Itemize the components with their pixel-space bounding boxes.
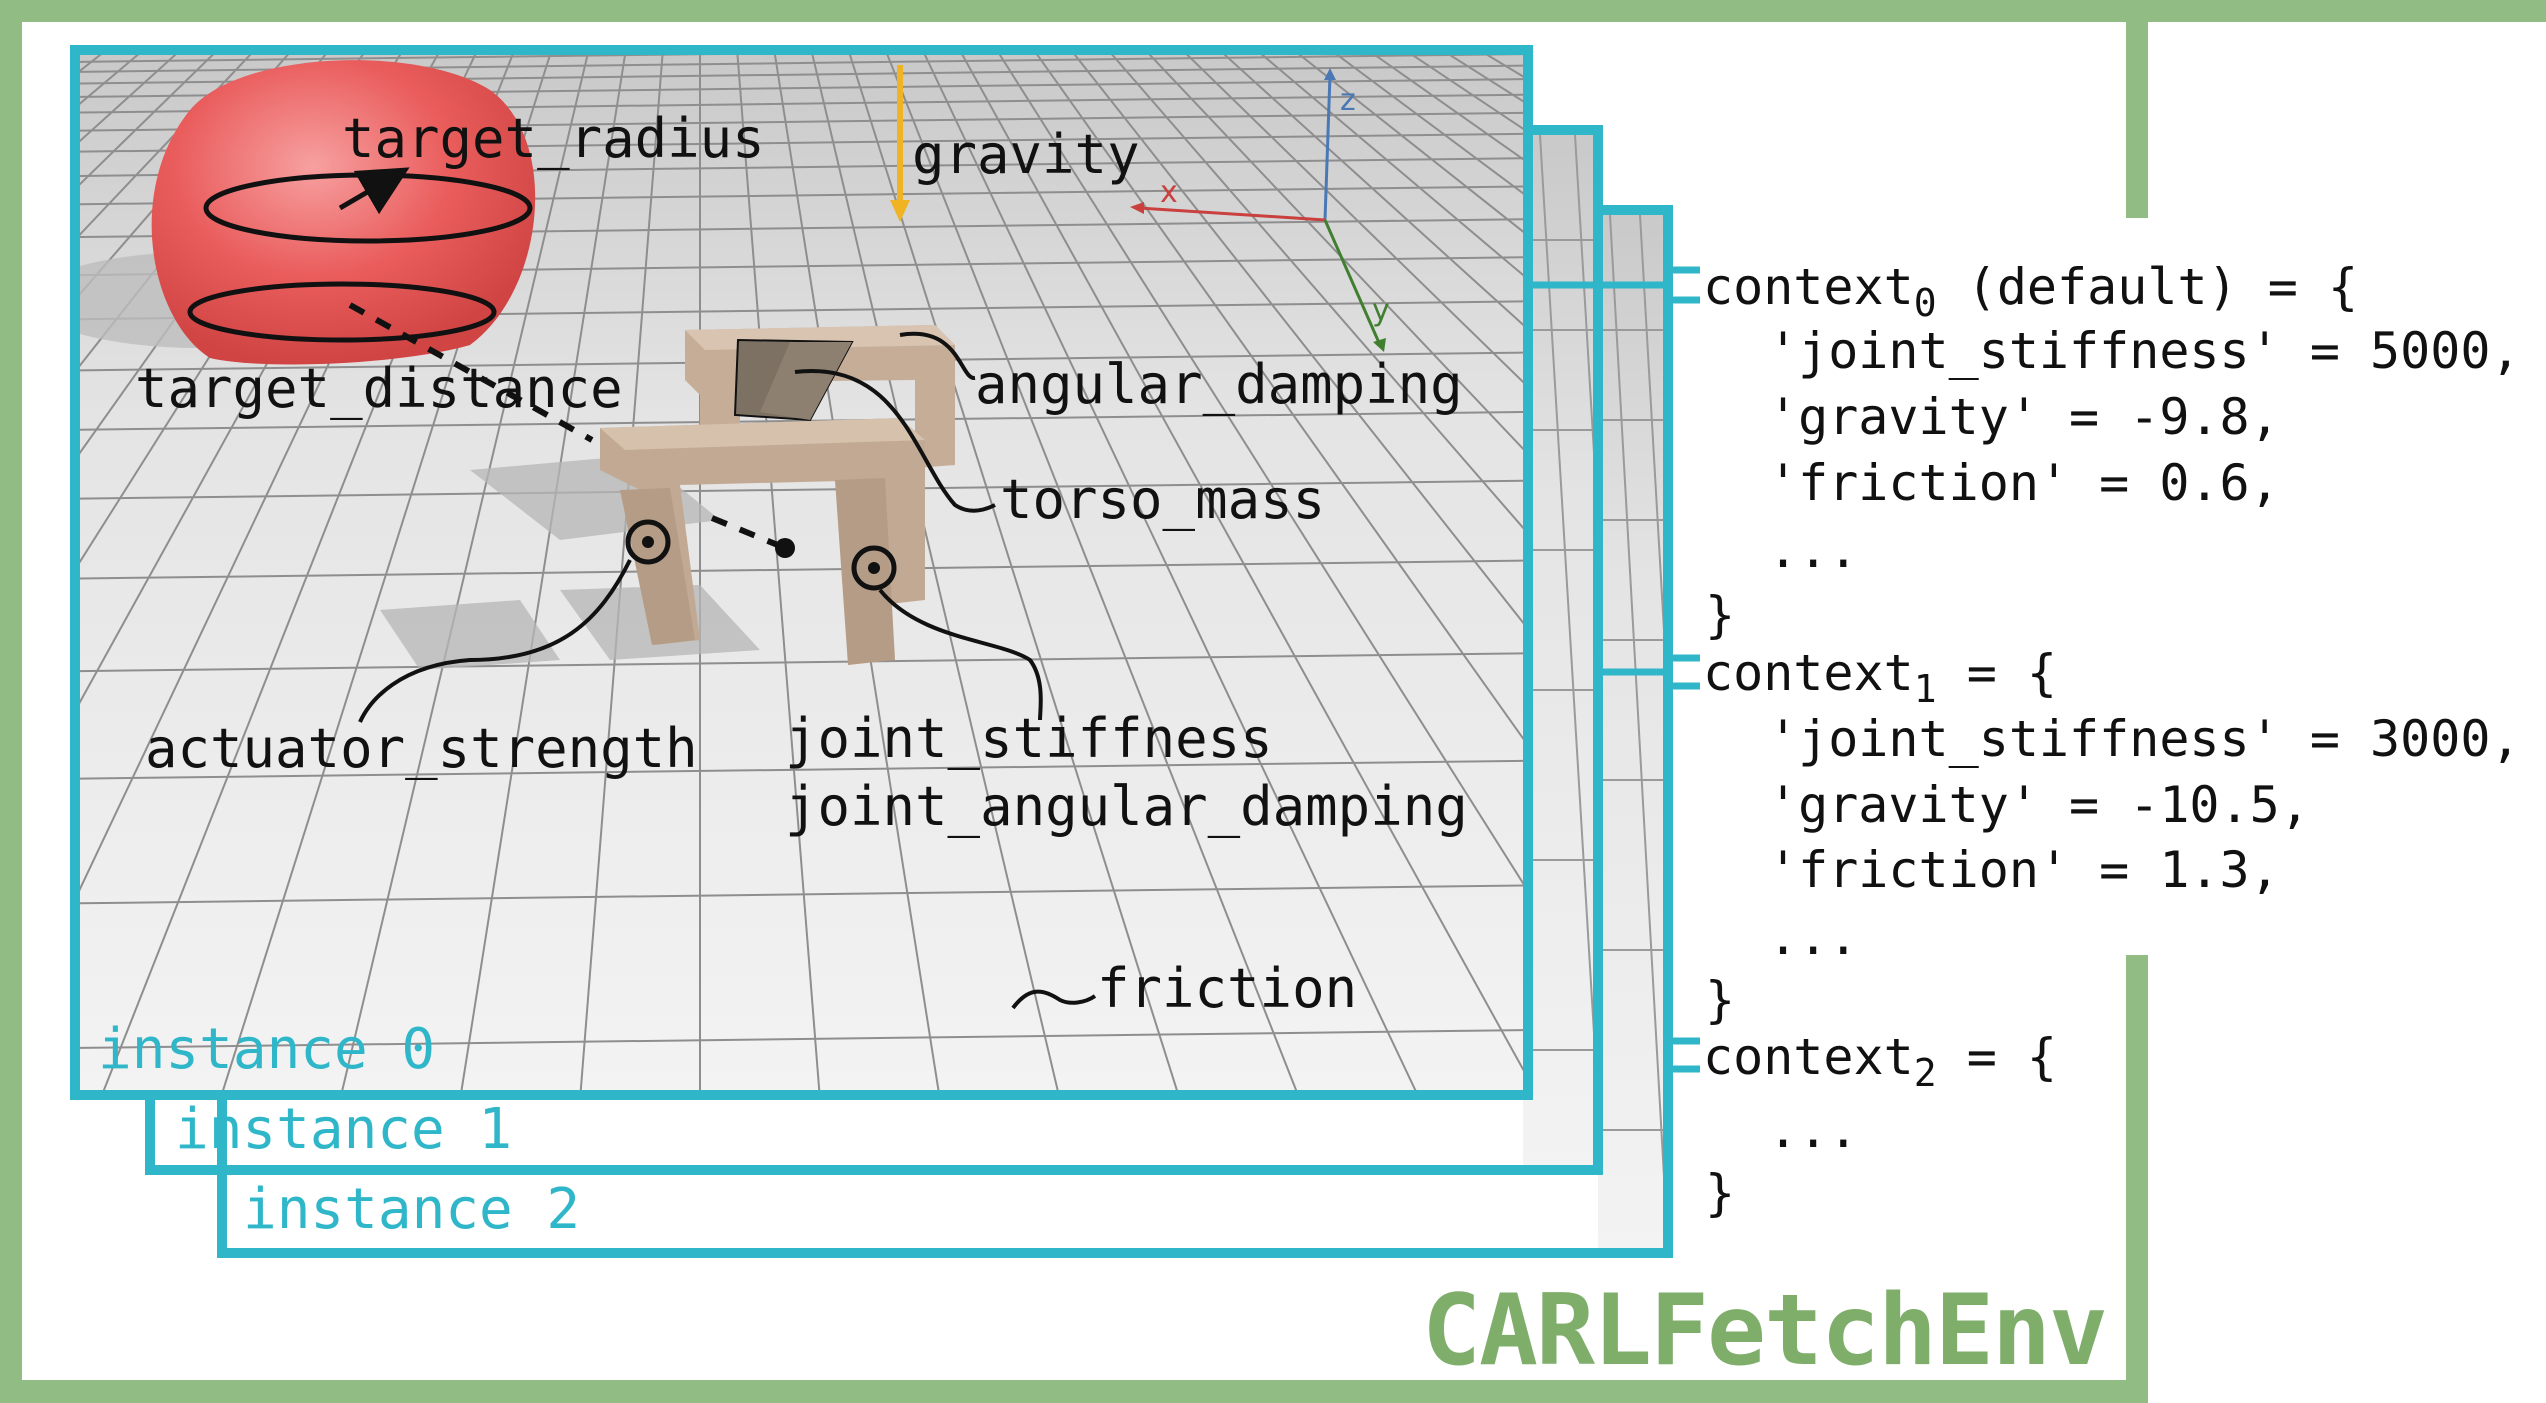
- instance-2-label: instance 2: [243, 1177, 581, 1242]
- label-joint-stiffness: joint_stiffness: [785, 707, 1273, 770]
- context-2-header: context2 = {: [1703, 1028, 2058, 1095]
- context-0-header: context0 (default) = {: [1703, 258, 2359, 325]
- context-1-entry: ...: [1768, 908, 1859, 966]
- context-0-entry: ...: [1768, 521, 1859, 579]
- label-joint-angular-damping: joint_angular_damping: [785, 775, 1468, 838]
- context-1-header: context1 = {: [1703, 644, 2058, 711]
- instance-1-label: instance 1: [175, 1097, 513, 1162]
- label-angular-damping: angular_damping: [975, 353, 1463, 416]
- instance-0-label: instance 0: [98, 1017, 436, 1082]
- context-1-close: }: [1705, 971, 1736, 1029]
- label-torso-mass: torso_mass: [1000, 468, 1326, 531]
- label-actuator-strength: actuator_strength: [145, 717, 698, 780]
- label-gravity: gravity: [912, 123, 1140, 186]
- label-friction: friction: [1097, 957, 1358, 1020]
- context-1-entry: 'joint_stiffness' = 3000,: [1768, 710, 2521, 768]
- label-target-radius: target_radius: [342, 107, 765, 170]
- target-sphere: [151, 60, 536, 365]
- axis-x-label: x: [1160, 175, 1178, 210]
- context-0-entry: 'gravity' = -9.8,: [1768, 388, 2280, 446]
- axis-y-label: y: [1372, 293, 1390, 328]
- environment-name: CARLFetchEnv: [1422, 1274, 2108, 1388]
- context-1-entry: 'gravity' = -10.5,: [1768, 776, 2310, 834]
- context-0-entry: 'friction' = 0.6,: [1768, 454, 2280, 512]
- label-target-distance: target_distance: [135, 357, 623, 420]
- context-1-entry: 'friction' = 1.3,: [1768, 841, 2280, 899]
- axis-z-label: z: [1340, 83, 1356, 118]
- context-2-entry: ...: [1768, 1101, 1859, 1159]
- context-0-close: }: [1705, 586, 1736, 644]
- context-2-close: }: [1705, 1164, 1736, 1222]
- context-0-entry: 'joint_stiffness' = 5000,: [1768, 322, 2521, 380]
